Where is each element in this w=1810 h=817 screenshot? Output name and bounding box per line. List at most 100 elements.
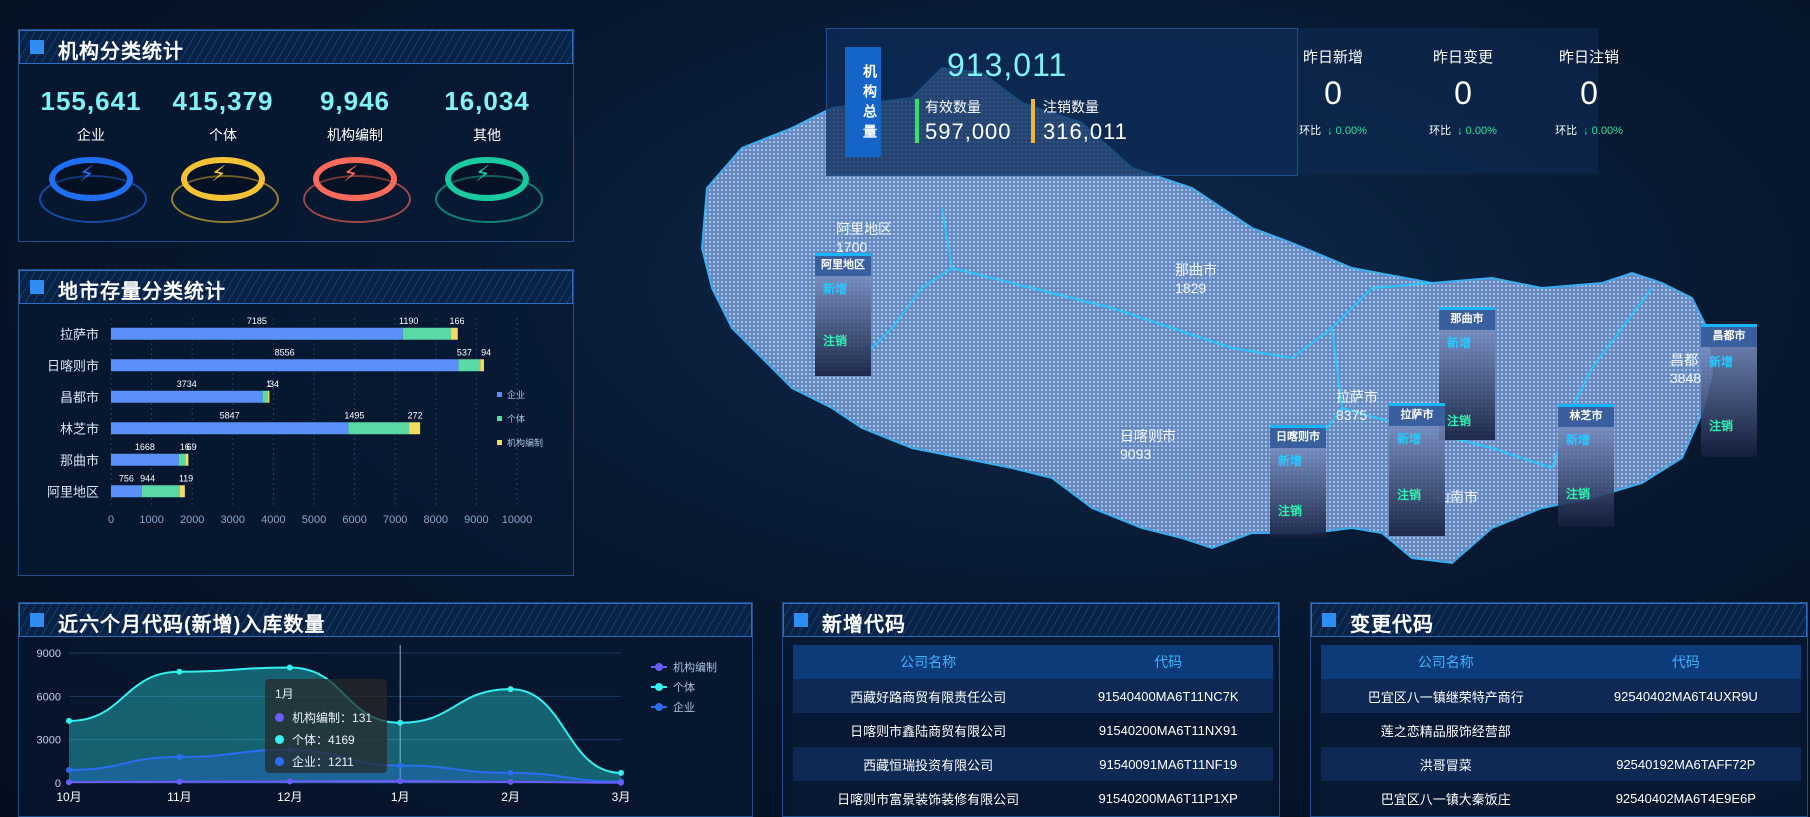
change-code-table: 公司名称 代码 巴宜区八一镇继荣特产商行 92540402MA6T4UXR9U 莲… [1321,645,1801,815]
bar-data-label: 5847 [220,410,240,420]
bar-segment[interactable] [348,422,410,435]
total-value: 913,011 [947,47,1068,83]
title-square-icon [794,613,808,627]
bar-segment[interactable] [409,422,421,435]
chart-tooltip: 1月 机构编制：131 个体：4169 企业：1211 [265,679,387,773]
legend-label[interactable]: 机构编制 [507,437,543,448]
bar-segment[interactable] [451,327,458,340]
data-point[interactable] [66,717,72,724]
data-point[interactable] [66,779,72,786]
bar-segment[interactable] [268,390,270,403]
x-tick-label: 9000 [464,514,488,526]
bar-data-label: 1495 [344,410,364,420]
bar-segment[interactable] [178,453,186,466]
legend-label[interactable]: 企业 [507,389,525,400]
data-point[interactable] [397,719,404,726]
y-category-label: 阿里地区 [47,484,99,499]
bar-data-label: 69 [187,442,197,452]
x-tick-label: 5000 [302,514,326,526]
bar-segment[interactable] [111,327,403,340]
category-stat-0: 155,641 企业 ⚡ [31,86,151,223]
data-point[interactable] [507,778,514,785]
data-point[interactable] [507,686,514,693]
bar-segment[interactable] [180,485,185,498]
y-category-label: 林芝市 [60,421,99,436]
map-pin-lasa[interactable]: 拉萨市 新增 注销 [1389,403,1445,536]
col-header-company[interactable]: 公司名称 [793,645,1064,679]
map-pin-rikaze[interactable]: 日喀则市 新增 注销 [1270,425,1326,538]
bar-data-label: 1668 [135,442,155,452]
yesterday-change: 昨日变更 0 环比 ↓ 0.00% [1429,49,1497,137]
bar-segment[interactable] [111,390,263,403]
table-row[interactable]: 莲之恋精品服饰经营部 [1321,713,1801,747]
legend-label[interactable]: 企业 [673,700,695,714]
data-point[interactable] [507,769,514,776]
data-point[interactable] [66,767,72,773]
bar-data-label: 7185 [247,316,267,326]
bar-segment[interactable] [185,453,189,466]
map-pin-changdu[interactable]: 昌都市 新增 注销 [1701,324,1757,457]
tooltip-dot-icon [275,713,284,722]
map-pin-linzhi[interactable]: 林芝市 新增 注销 [1558,404,1614,527]
bar-segment[interactable] [262,390,269,403]
city-panel: 地市存量分类统计 0 1000 2000 3000 4000 5000 6000 7000 80… [18,269,574,576]
legend-label[interactable]: 机构编制 [673,660,717,674]
data-point[interactable] [176,778,183,785]
change-code-panel: 变更代码 公司名称 代码 巴宜区八一镇继荣特产商行 92540402MA6T4UX… [1310,602,1808,817]
category-stat-1: 415,379 个体 ⚡ [163,86,283,223]
table-row[interactable]: 日喀则市富景装饰装修有限公司 91540200MA6T11P1XP [793,781,1273,815]
bar-data-label: 119 [179,473,193,483]
lightning-icon: ⚡ [171,157,279,223]
valid-label: 有效数量 [925,99,981,115]
bar-segment[interactable] [111,422,349,435]
title-square-icon [30,613,44,627]
trend-panel: 近六个月代码(新增)入库数量 0 3000 6000 9000 10月 11月 12月 1月 2… [18,602,753,817]
valid-value: 597,000 [925,119,1012,144]
col-header-code[interactable]: 代码 [1063,645,1273,679]
table-row[interactable]: 西藏恒瑞投资有限公司 91540091MA6T11NF19 [793,747,1273,781]
x-tick-label: 10000 [502,514,533,526]
new-code-panel-header: 新增代码 [783,603,1279,637]
title-square-icon [1322,613,1336,627]
city-panel-title: 地市存量分类统计 [58,281,226,303]
cancel-label: 注销数量 [1043,99,1099,115]
table-row[interactable]: 洪哥冒菜 92540192MA6TAFF72P [1321,747,1801,781]
category-label: 其他 [473,127,501,143]
table-row[interactable]: 西藏好路商贸有限责任公司 91540400MA6T11NC7K [793,679,1273,713]
legend-label[interactable]: 个体 [507,413,525,424]
bar-segment[interactable] [480,359,484,372]
table-row[interactable]: 巴宜区八一镇大秦饭庄 92540402MA6T4E9E6P [1321,781,1801,815]
x-tick-label: 0 [108,514,114,526]
data-point[interactable] [618,779,624,786]
map-pin-naqu[interactable]: 那曲市 新增 注销 [1439,307,1495,440]
y-category-label: 昌都市 [60,390,99,405]
data-point[interactable] [286,778,293,785]
y-tick-label: 0 [55,778,61,790]
x-tick-label: 11月 [167,790,191,804]
legend-label[interactable]: 个体 [673,680,695,694]
map-pin-ali[interactable]: 阿里地区 新增 注销 [815,253,871,376]
trend-panel-header: 近六个月代码(新增)入库数量 [19,603,752,637]
y-tick-label: 6000 [37,691,61,703]
data-point[interactable] [397,762,404,769]
bar-data-label: 537 [457,347,472,357]
data-point[interactable] [397,778,404,785]
table-row[interactable]: 巴宜区八一镇继荣特产商行 92540402MA6T4UXR9U [1321,679,1801,713]
data-point[interactable] [176,668,183,675]
bar-segment[interactable] [141,485,181,498]
bar-segment[interactable] [111,359,459,372]
category-value: 9,946 [319,86,391,116]
data-point[interactable] [176,754,183,760]
table-row[interactable]: 日喀则市鑫陆商贸有限公司 91540200MA6T11NX91 [793,713,1273,747]
bar-data-label: 166 [450,316,465,326]
col-header-company[interactable]: 公司名称 [1321,645,1571,679]
bar-segment[interactable] [111,453,179,466]
data-point[interactable] [618,769,624,776]
data-point[interactable] [286,664,293,671]
bar-segment[interactable] [458,359,481,372]
bar-segment[interactable] [402,327,452,340]
x-tick-label: 3月 [612,790,631,804]
col-header-code[interactable]: 代码 [1570,645,1801,679]
bar-segment[interactable] [111,485,142,498]
city-panel-header: 地市存量分类统计 [19,270,573,304]
